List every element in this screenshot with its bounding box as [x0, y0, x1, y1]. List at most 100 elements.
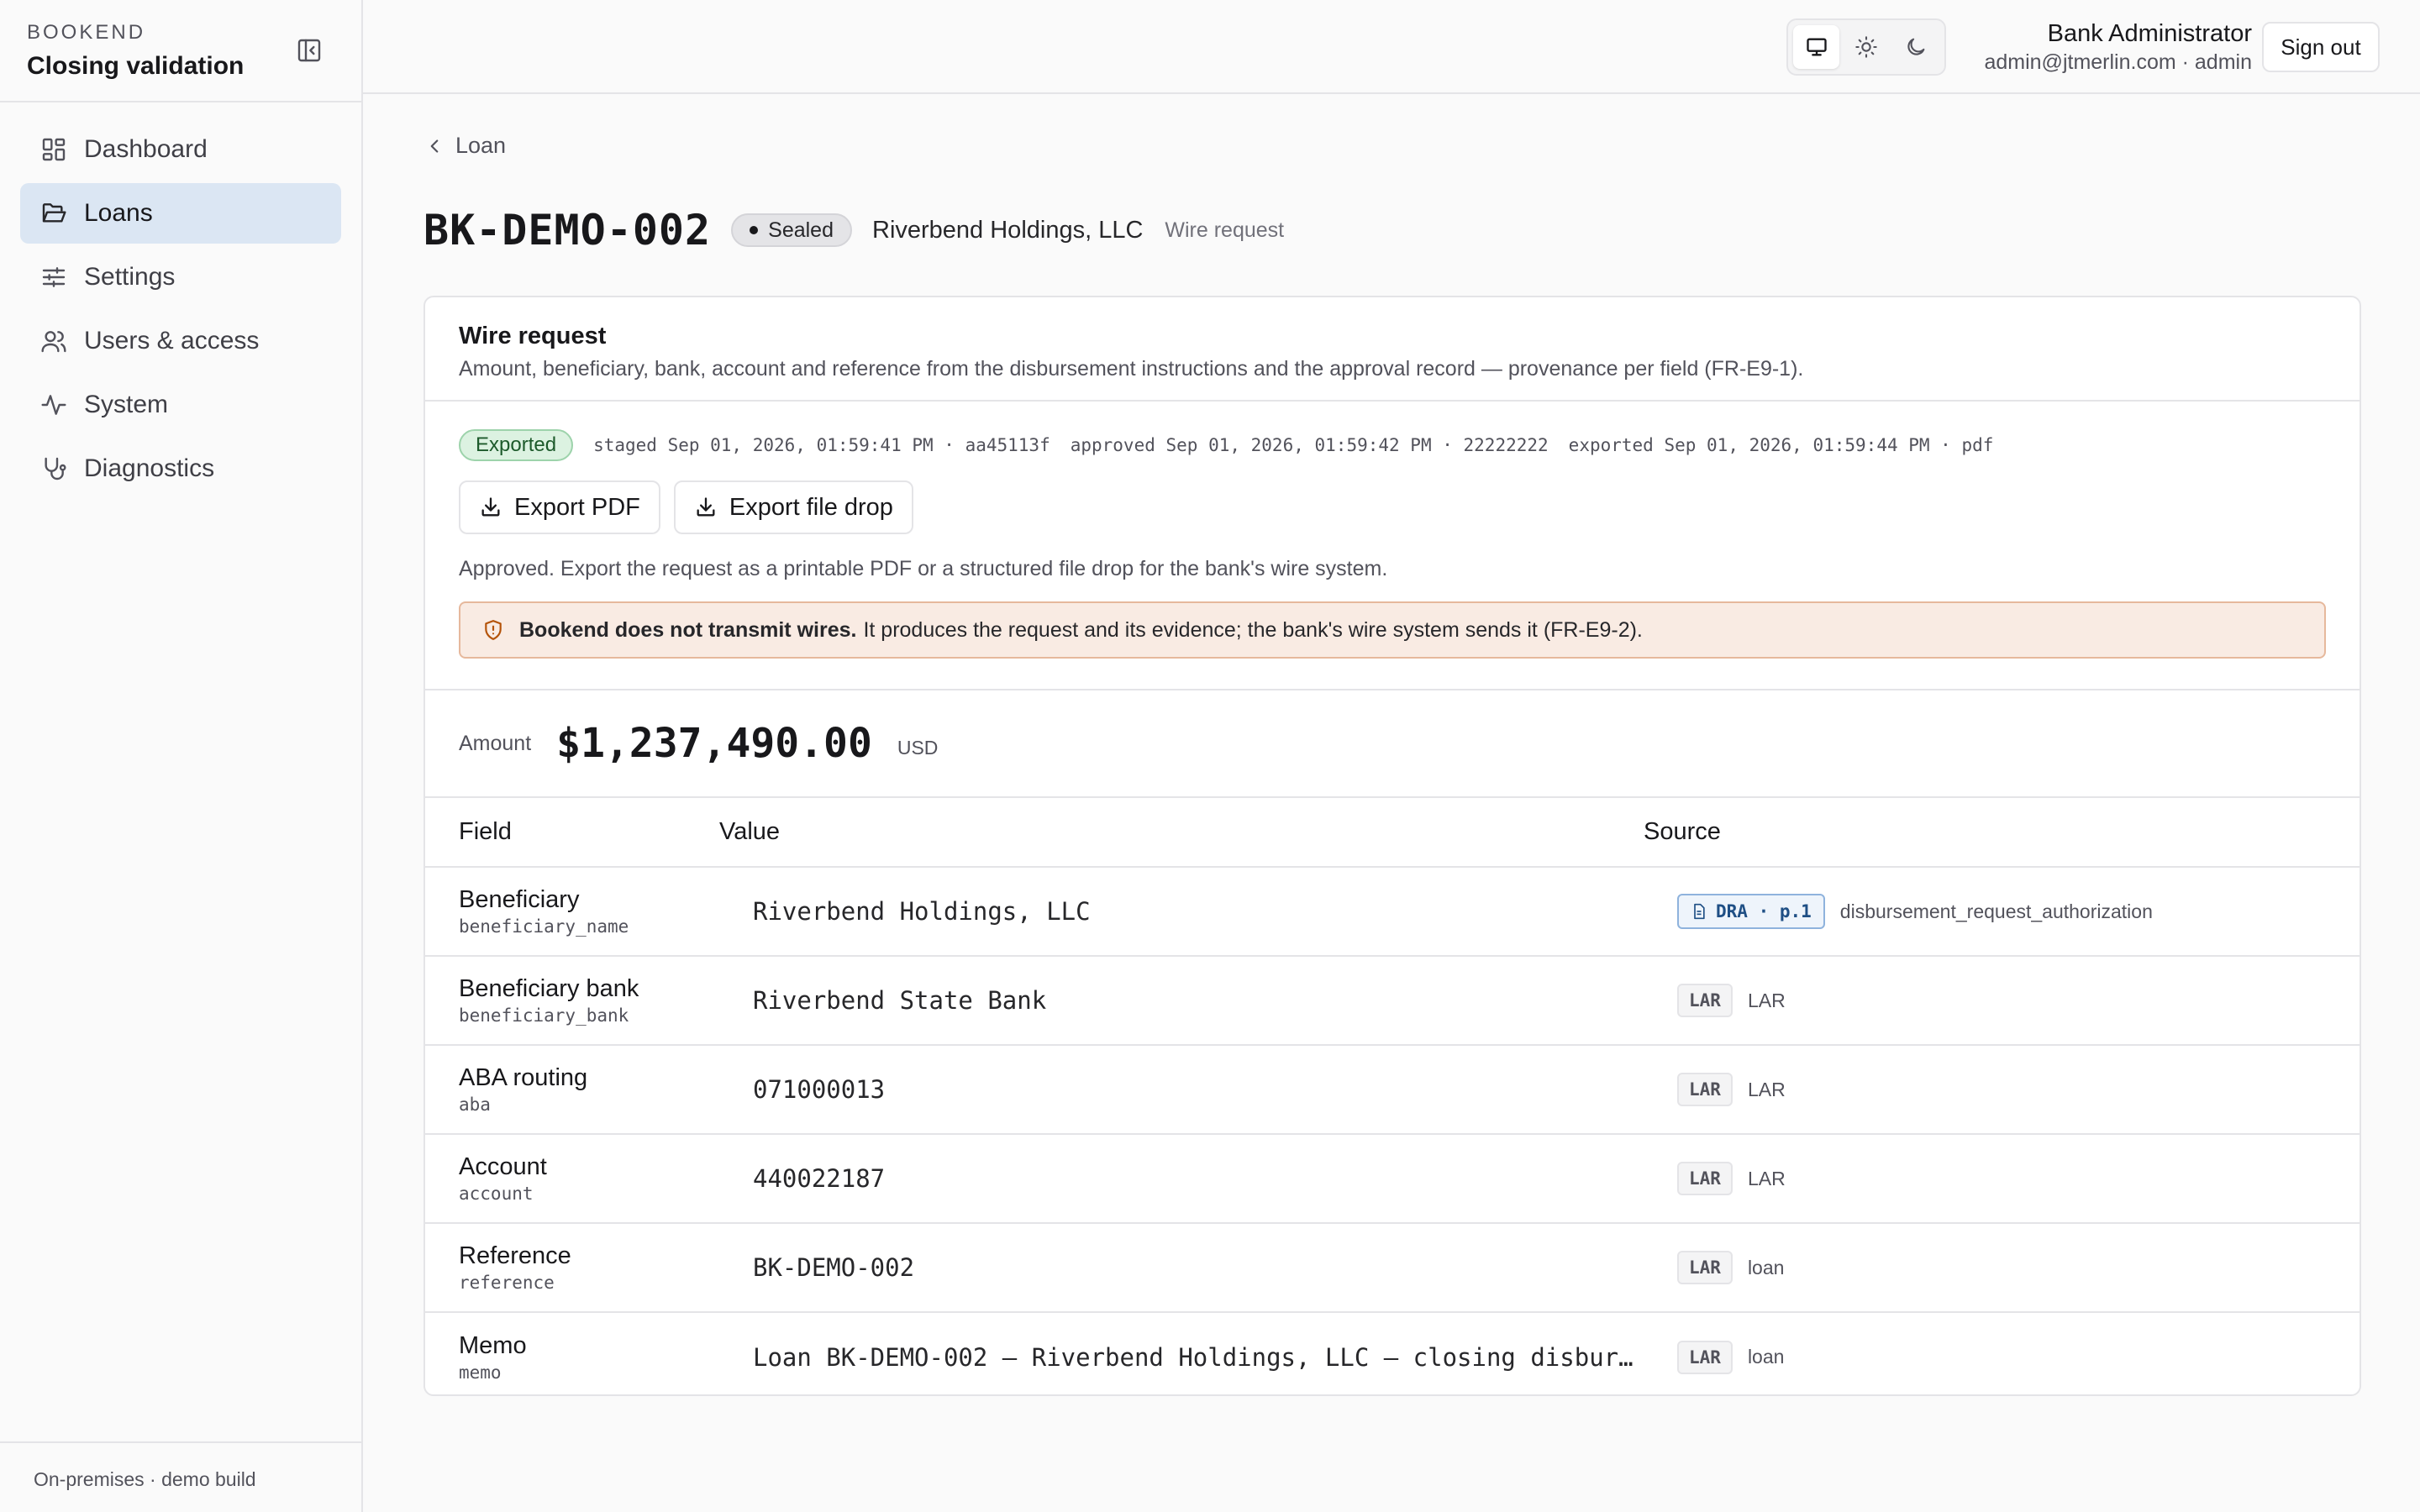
sidebar-nav: Dashboard Loans Settings Users & access …: [0, 102, 361, 499]
theme-light-button[interactable]: [1843, 25, 1889, 69]
export-file-drop-button[interactable]: Export file drop: [673, 480, 913, 534]
field-key: beneficiary_bank: [459, 1005, 629, 1026]
field-value: Riverbend Holdings, LLC: [753, 897, 1091, 926]
transmit-warning: Bookend does not transmit wires. It prod…: [459, 601, 2326, 659]
brand: BOOKEND Closing validation: [0, 0, 361, 102]
sign-out-button[interactable]: Sign out: [2262, 22, 2380, 72]
column-header-field: Field: [425, 798, 719, 868]
sidebar-item-settings[interactable]: Settings: [20, 247, 341, 307]
field-label: Beneficiary: [459, 886, 580, 913]
approved-note: Approved. Export the request as a printa…: [459, 557, 1388, 580]
export-pdf-label: Export PDF: [514, 493, 640, 521]
field-label: Memo: [459, 1331, 527, 1359]
document-icon: [1694, 903, 1705, 920]
field-value: Loan BK-DEMO-002 — Riverbend Holdings, L…: [753, 1342, 1644, 1372]
amount-currency: USD: [897, 736, 939, 759]
source-chip-lar: LAR: [1677, 1162, 1733, 1195]
sidebar-item-label: Loans: [84, 199, 153, 227]
download-icon: [697, 497, 715, 517]
warning-text: It produces the request and its evidence…: [863, 617, 1643, 642]
source-name: LAR: [1747, 989, 1786, 1011]
status-badge: Sealed: [731, 213, 852, 247]
approved-stamp: approved Sep 01, 2026, 01:59:42 PM · 222…: [1070, 435, 1549, 455]
field-key: beneficiary_name: [459, 916, 629, 937]
folder-open-icon: [42, 203, 66, 223]
export-file-drop-label: Export file drop: [729, 493, 893, 521]
activity-icon: [41, 395, 66, 415]
sidebar-item-system[interactable]: System: [20, 375, 341, 435]
sidebar-item-loans[interactable]: Loans: [20, 183, 341, 244]
sidebar: BOOKEND Closing validation Dashboard Loa…: [0, 0, 363, 1512]
user-email: admin@jtmerlin.com · admin: [1984, 50, 2252, 74]
sidebar-item-diagnostics[interactable]: Diagnostics: [20, 438, 341, 499]
source-name: loan: [1747, 1256, 1785, 1278]
source-chip-lar: LAR: [1677, 984, 1733, 1017]
column-header-source: Source: [1644, 798, 2360, 868]
field-label: Reference: [459, 1242, 571, 1269]
field-value: Riverbend State Bank: [753, 986, 1047, 1015]
field-label: Account: [459, 1153, 547, 1180]
status-timeline: Exported staged Sep 01, 2026, 01:59:41 P…: [459, 428, 2326, 462]
monitor-icon: [1806, 38, 1827, 56]
chevron-left-icon: [430, 139, 439, 153]
theme-switcher: [1786, 18, 1946, 76]
source-chip-dra[interactable]: DRA · p.1: [1677, 894, 1825, 929]
column-header-value: Value: [719, 798, 1644, 868]
sidebar-item-label: System: [84, 391, 169, 418]
field-key: memo: [459, 1362, 502, 1383]
page-title: BK-DEMO-002: [424, 206, 712, 255]
dashboard-icon: [42, 138, 66, 161]
brand-name: BOOKEND: [27, 21, 146, 44]
status-badge-label: Sealed: [768, 218, 834, 242]
back-link[interactable]: Loan: [424, 133, 506, 159]
export-pdf-button[interactable]: Export PDF: [459, 480, 660, 534]
warning-bold: Bookend does not transmit wires.: [519, 617, 857, 642]
export-status-section: Exported staged Sep 01, 2026, 01:59:41 P…: [425, 402, 2360, 690]
amount-label: Amount: [459, 731, 532, 755]
wire-request-card: Wire request Amount, beneficiary, bank, …: [424, 296, 2361, 1396]
source-name: disbursement_request_authorization: [1839, 900, 2153, 922]
theme-system-button[interactable]: [1793, 25, 1840, 69]
card-description: Amount, beneficiary, bank, account and r…: [459, 357, 1804, 381]
back-link-label: Loan: [455, 133, 507, 158]
source-chip-label: DRA · p.1: [1716, 901, 1812, 921]
sidebar-collapse-icon[interactable]: [296, 37, 323, 64]
sliders-icon: [42, 267, 66, 287]
sidebar-item-users[interactable]: Users & access: [20, 311, 341, 371]
source-chip-lar: LAR: [1677, 1073, 1733, 1106]
field-value: BK-DEMO-002: [753, 1253, 915, 1282]
sun-icon: [1855, 36, 1877, 58]
amount-value: $1,237,490.00: [556, 720, 872, 767]
table-row: Beneficiary beneficiary_name Riverbend Ho…: [425, 867, 2360, 957]
source-chip-lar: LAR: [1677, 1340, 1733, 1374]
source-name: LAR: [1747, 1167, 1786, 1189]
export-buttons: Export PDF Export file drop: [459, 480, 2326, 534]
page-subtitle: Wire request: [1165, 218, 1285, 242]
table-row: Account account 440022187 LAR LAR: [425, 1134, 2360, 1224]
theme-dark-button[interactable]: [1893, 25, 1939, 69]
sidebar-item-label: Diagnostics: [84, 454, 215, 482]
brand-title: Closing validation: [27, 52, 245, 80]
field-key: reference: [459, 1273, 555, 1293]
wire-fields-table: Field Value Source Beneficiary beneficiar…: [425, 798, 2360, 1394]
field-key: aba: [459, 1095, 491, 1115]
user-info: Bank Administrator admin@jtmerlin.com · …: [1984, 18, 2252, 76]
exported-badge: Exported: [459, 429, 574, 461]
stethoscope-icon: [45, 457, 66, 480]
card-header: Wire request Amount, beneficiary, bank, …: [425, 297, 2360, 402]
amount-row: Amount $1,237,490.00 USD: [425, 690, 2360, 798]
top-header: Bank Administrator admin@jtmerlin.com · …: [363, 0, 2420, 94]
card-title: Wire request: [459, 323, 607, 349]
user-name: Bank Administrator: [2047, 20, 2252, 47]
shield-alert-icon: [485, 620, 502, 640]
table-row: Beneficiary bank beneficiary_bank Riverbe…: [425, 956, 2360, 1046]
field-value: 071000013: [753, 1075, 886, 1104]
page-title-row: BK-DEMO-002 Sealed Riverbend Holdings, L…: [424, 202, 1284, 259]
sidebar-item-dashboard[interactable]: Dashboard: [20, 119, 341, 180]
source-name: loan: [1747, 1346, 1785, 1368]
sidebar-item-label: Users & access: [84, 327, 260, 354]
download-icon: [481, 497, 500, 517]
source-chip-lar: LAR: [1677, 1251, 1733, 1284]
sidebar-item-label: Settings: [84, 263, 176, 291]
field-label: Beneficiary bank: [459, 975, 639, 1002]
